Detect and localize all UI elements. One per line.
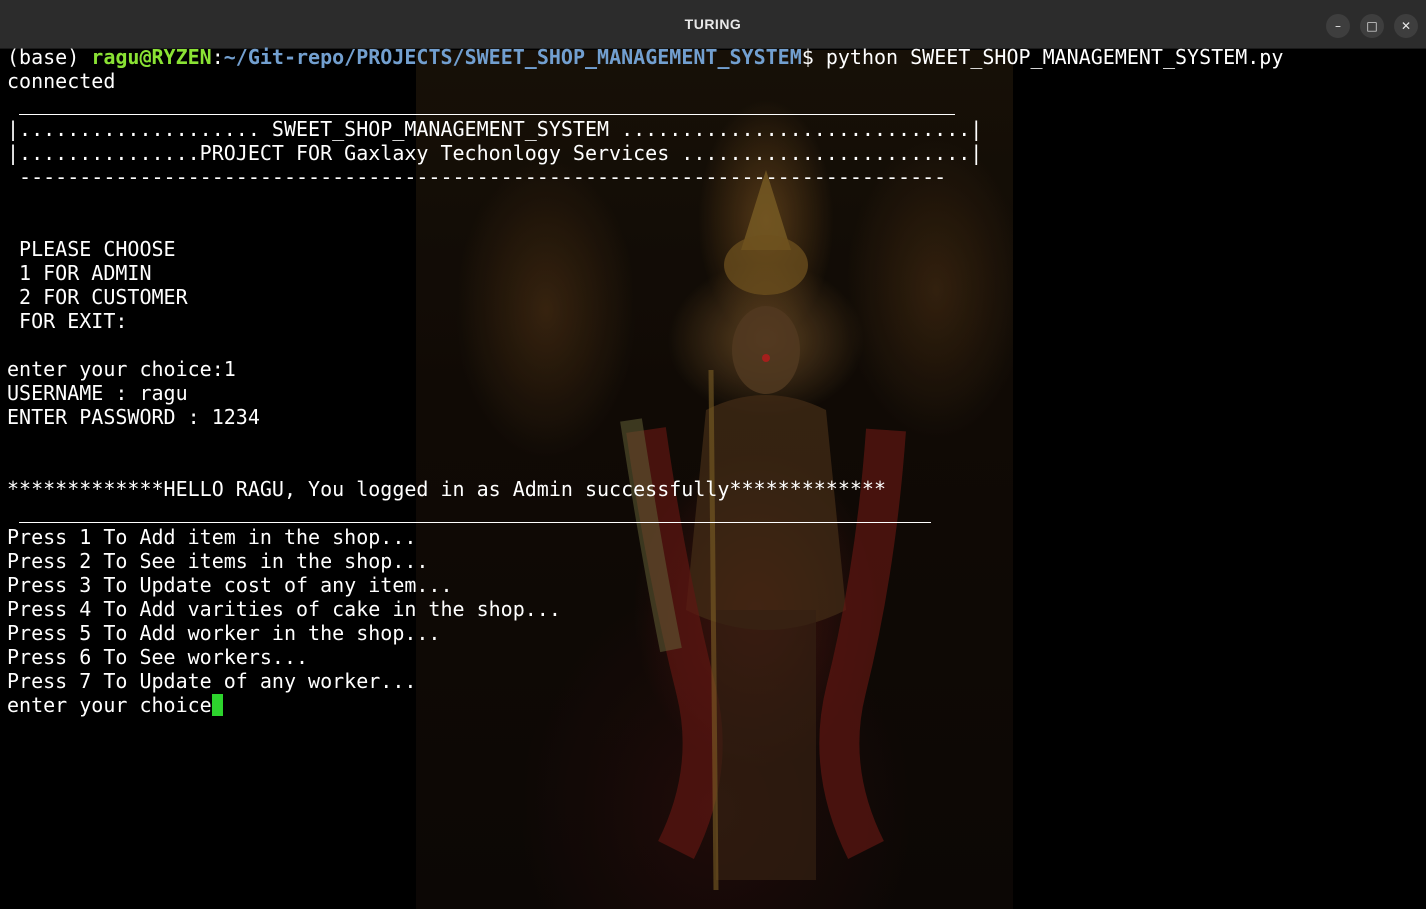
prompt-symbol: $ (801, 45, 826, 69)
username-entry: USERNAME : ragu (7, 381, 188, 405)
close-button[interactable]: ✕ (1394, 14, 1418, 38)
admin-option-2: Press 2 To See items in the shop... (7, 549, 429, 573)
admin-option-7: Press 7 To Update of any worker... (7, 669, 417, 693)
input-prompt-text: enter your choice (7, 693, 212, 717)
minimize-button[interactable]: – (1326, 14, 1350, 38)
menu-option-customer: 2 FOR CUSTOMER (7, 285, 188, 309)
prompt-env: (base) (7, 45, 92, 69)
password-entry: ENTER PASSWORD : 1234 (7, 405, 260, 429)
menu-heading: PLEASE CHOOSE (7, 237, 176, 261)
login-success-message: *************HELLO RAGU, You logged in a… (7, 477, 886, 501)
input-prompt-line[interactable]: enter your choice (7, 693, 223, 717)
admin-option-5: Press 5 To Add worker in the shop... (7, 621, 441, 645)
terminal-window: TURING – □ ✕ (base) ragu@RYZEN:~/Git-rep… (0, 0, 1426, 909)
choice-entry: enter your choice:1 (7, 357, 236, 381)
title-bar[interactable]: TURING – □ ✕ (0, 0, 1426, 49)
text-cursor (211, 694, 223, 716)
banner-line-1: |.................... SWEET_SHOP_MANAGEM… (7, 117, 983, 141)
menu-option-admin: 1 FOR ADMIN (7, 261, 152, 285)
window-title: TURING (684, 16, 742, 32)
prompt-colon: : (211, 45, 224, 69)
prompt-user-host: ragu@RYZEN (91, 45, 212, 69)
banner-line-2: |...............PROJECT FOR Gaxlaxy Tech… (7, 141, 983, 165)
admin-option-6: Press 6 To See workers... (7, 645, 309, 669)
admin-menu-rule (19, 522, 931, 523)
connected-text: connected (7, 69, 116, 93)
banner-bottom-rule: ----------------------------------------… (7, 165, 947, 189)
admin-option-4: Press 4 To Add varities of cake in the s… (7, 597, 561, 621)
admin-option-3: Press 3 To Update cost of any item... (7, 573, 453, 597)
banner-top-rule (19, 114, 955, 115)
terminal-output[interactable]: (base) ragu@RYZEN:~/Git-repo/PROJECTS/SW… (0, 45, 1426, 909)
menu-option-exit: FOR EXIT: (7, 309, 128, 333)
prompt-path: ~/Git-repo/PROJECTS/SWEET_SHOP_MANAGEMEN… (223, 45, 802, 69)
command-text: python SWEET_SHOP_MANAGEMENT_SYSTEM.py (825, 45, 1284, 69)
admin-option-1: Press 1 To Add item in the shop... (7, 525, 417, 549)
maximize-button[interactable]: □ (1360, 14, 1384, 38)
command-line: (base) ragu@RYZEN:~/Git-repo/PROJECTS/SW… (7, 45, 1283, 69)
